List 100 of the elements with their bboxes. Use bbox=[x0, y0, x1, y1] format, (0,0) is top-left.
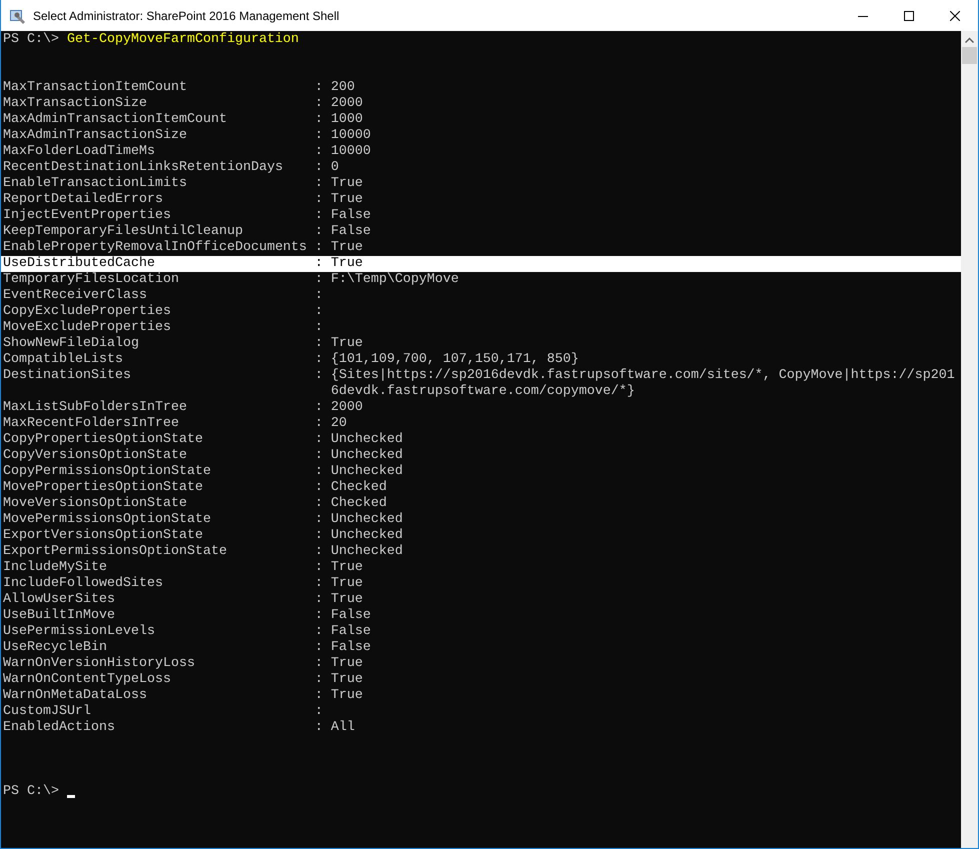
prompt: PS C:\> bbox=[3, 784, 59, 800]
property-name: MaxAdminTransactionItemCount bbox=[3, 112, 228, 128]
separator: : bbox=[314, 368, 324, 385]
property-name: CompatibleLists bbox=[3, 352, 124, 368]
property-value: 1000 bbox=[330, 112, 364, 128]
property-name: MaxTransactionSize bbox=[3, 96, 148, 112]
property-value: False bbox=[330, 224, 372, 240]
separator: : bbox=[314, 192, 324, 208]
property-value: True bbox=[330, 192, 364, 208]
property-value: True bbox=[330, 256, 364, 272]
property-value: True bbox=[330, 656, 364, 672]
property-value: True bbox=[330, 560, 364, 576]
property-name: ReportDetailedErrors bbox=[3, 192, 164, 208]
property-value: Unchecked bbox=[330, 544, 404, 560]
property-name: EnablePropertyRemovalInOfficeDocuments bbox=[3, 240, 308, 256]
separator: : bbox=[314, 688, 324, 704]
property-name: MoveExcludeProperties bbox=[3, 320, 172, 336]
property-name: CopyPropertiesOptionState bbox=[3, 432, 204, 448]
separator: : bbox=[314, 352, 324, 368]
separator: : bbox=[314, 448, 324, 464]
scrollbar-thumb[interactable] bbox=[962, 47, 977, 64]
property-name: UseRecycleBin bbox=[3, 640, 108, 656]
separator: : bbox=[314, 272, 324, 288]
property-name: UseDistributedCache bbox=[3, 256, 156, 272]
property-value: False bbox=[330, 640, 372, 656]
separator: : bbox=[314, 304, 324, 320]
close-icon bbox=[950, 10, 960, 20]
property-value: 2000 bbox=[330, 400, 364, 416]
text-cursor bbox=[66, 794, 75, 798]
property-name: ExportPermissionsOptionState bbox=[3, 544, 228, 560]
separator: : bbox=[314, 224, 324, 240]
separator: : bbox=[314, 464, 324, 480]
property-name: MaxTransactionItemCount bbox=[3, 80, 188, 96]
separator: : bbox=[314, 656, 324, 672]
property-name: ShowNewFileDialog bbox=[3, 336, 140, 352]
property-value: False bbox=[330, 208, 372, 224]
property-value: Unchecked bbox=[330, 464, 404, 480]
separator: : bbox=[314, 432, 324, 448]
separator: : bbox=[314, 672, 324, 688]
property-value: F:\Temp\CopyMove bbox=[330, 272, 460, 288]
separator: : bbox=[314, 528, 324, 544]
property-value: Unchecked bbox=[330, 432, 404, 448]
separator: : bbox=[314, 496, 324, 512]
separator: : bbox=[314, 512, 324, 528]
separator: : bbox=[314, 256, 324, 272]
separator: : bbox=[314, 400, 324, 416]
property-name: CustomJSUrl bbox=[3, 704, 92, 720]
separator: : bbox=[314, 480, 324, 496]
separator: : bbox=[314, 576, 324, 592]
maximize-icon bbox=[904, 10, 914, 20]
window-title: Select Administrator: SharePoint 2016 Management Shell bbox=[33, 8, 340, 24]
property-name: AllowUserSites bbox=[3, 592, 116, 608]
separator: : bbox=[314, 288, 324, 304]
property-value: Unchecked bbox=[330, 528, 404, 544]
separator: : bbox=[314, 320, 324, 336]
property-name: MovePermissionsOptionState bbox=[3, 512, 212, 528]
property-value: Unchecked bbox=[330, 512, 404, 528]
property-value: True bbox=[330, 240, 364, 256]
separator: : bbox=[314, 640, 324, 656]
property-name: EventReceiverClass bbox=[3, 288, 148, 304]
separator: : bbox=[314, 704, 324, 720]
separator: : bbox=[314, 144, 324, 160]
property-name: KeepTemporaryFilesUntilCleanup bbox=[3, 224, 244, 240]
property-value: Checked bbox=[330, 480, 388, 496]
property-name: ExportVersionsOptionState bbox=[3, 528, 204, 544]
separator: : bbox=[314, 336, 324, 352]
property-name: MaxAdminTransactionSize bbox=[3, 128, 188, 144]
property-name: IncludeMySite bbox=[3, 560, 108, 576]
property-value: True bbox=[330, 176, 364, 192]
property-value: Checked bbox=[330, 496, 388, 512]
property-value: {Sites|https://sp2016devdk.fastrupsoftware.com/sites/*, CopyMove|https://sp2016devdk.fastrupsoftware.com/copymove/*} bbox=[330, 368, 955, 400]
property-name: UsePermissionLevels bbox=[3, 624, 156, 640]
vertical-scrollbar[interactable] bbox=[961, 31, 978, 848]
property-value: 20 bbox=[330, 416, 348, 432]
property-name: EnabledActions bbox=[3, 720, 116, 736]
property-name: MoveVersionsOptionState bbox=[3, 496, 188, 512]
property-name: CopyVersionsOptionState bbox=[3, 448, 188, 464]
separator: : bbox=[314, 80, 324, 96]
property-name: CopyPermissionsOptionState bbox=[3, 464, 212, 480]
separator: : bbox=[314, 720, 324, 736]
property-name: InjectEventProperties bbox=[3, 208, 172, 224]
separator: : bbox=[314, 560, 324, 576]
separator: : bbox=[314, 624, 324, 640]
separator: : bbox=[314, 208, 324, 224]
separator: : bbox=[314, 96, 324, 112]
property-name: CopyExcludeProperties bbox=[3, 304, 172, 320]
separator: : bbox=[314, 240, 324, 256]
property-value: False bbox=[330, 608, 372, 624]
separator: : bbox=[314, 608, 324, 624]
property-name: IncludeFollowedSites bbox=[3, 576, 164, 592]
command-text: Get-CopyMoveFarmConfiguration bbox=[66, 32, 299, 48]
property-value: False bbox=[330, 624, 372, 640]
separator: : bbox=[314, 176, 324, 192]
property-name: EnableTransactionLimits bbox=[3, 176, 188, 192]
property-name: WarnOnMetaDataLoss bbox=[3, 688, 148, 704]
separator: : bbox=[314, 544, 324, 560]
property-name: MaxFolderLoadTimeMs bbox=[3, 144, 156, 160]
scroll-up-icon[interactable] bbox=[965, 37, 974, 43]
property-value: 10000 bbox=[330, 128, 372, 144]
property-value: 10000 bbox=[330, 144, 372, 160]
